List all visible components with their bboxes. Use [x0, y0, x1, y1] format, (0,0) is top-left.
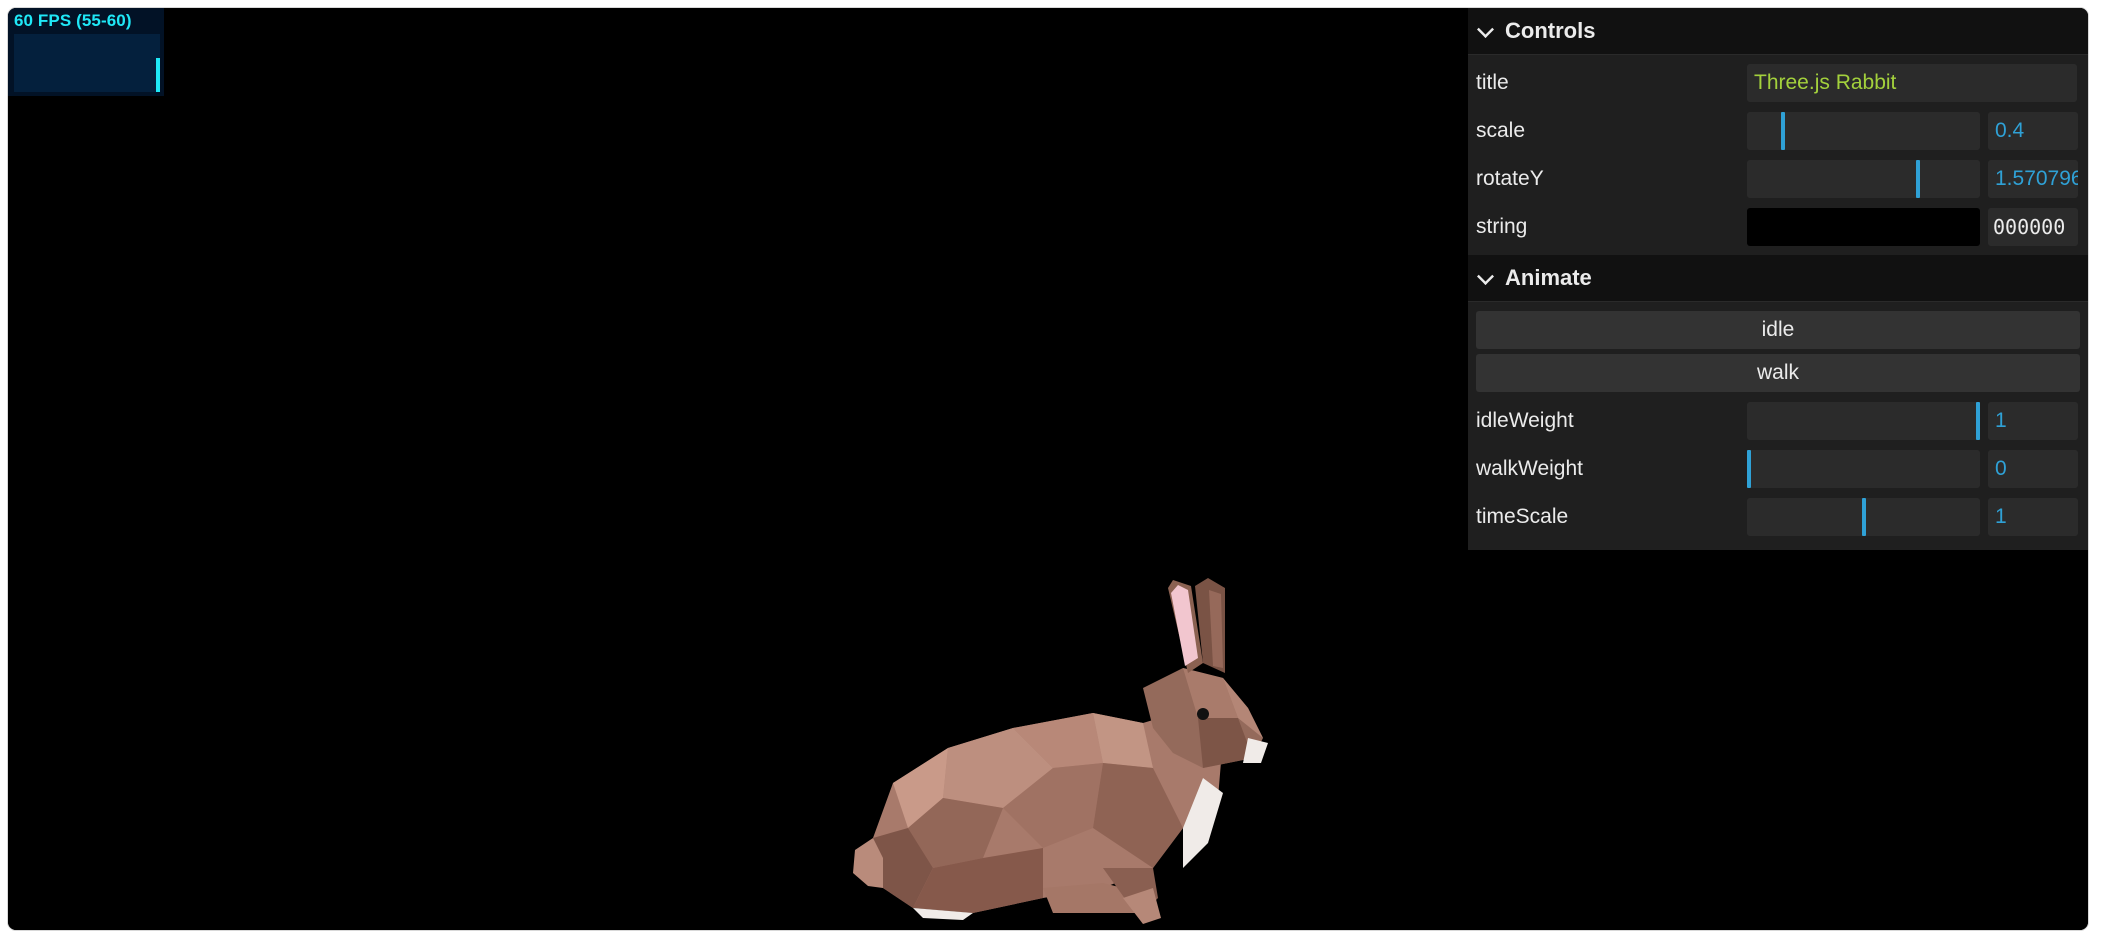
control-row-walkweight: walkWeight 0: [1476, 445, 2080, 493]
scale-number-input[interactable]: 0.4: [1988, 112, 2078, 150]
chevron-down-icon: [1477, 267, 1494, 285]
folder-animate-title: Animate: [1505, 265, 1592, 290]
control-label-title: title: [1476, 71, 1509, 94]
control-label-rotatey: rotateY: [1476, 167, 1544, 190]
folder-animate-body: idle walk idleWeight 1 walkWeight 0 time…: [1468, 302, 2088, 545]
fps-graph-bar: [156, 58, 160, 92]
slider-handle[interactable]: [1781, 112, 1786, 150]
chevron-down-icon: [1477, 20, 1494, 38]
app-window: 60 FPS (55-60) Controls title Three.js R…: [8, 8, 2088, 930]
control-label-timescale: timeScale: [1476, 505, 1569, 528]
idleweight-slider[interactable]: [1747, 402, 1980, 440]
folder-controls-title: Controls: [1505, 18, 1596, 43]
idle-button[interactable]: idle: [1476, 311, 2080, 349]
idleweight-number-input[interactable]: 1: [1988, 402, 2078, 440]
folder-controls-body: title Three.js Rabbit scale 0.4 rotateY …: [1468, 55, 2088, 255]
folder-animate-header[interactable]: Animate: [1468, 255, 2088, 302]
rotatey-slider[interactable]: [1747, 160, 1980, 198]
string-color-input[interactable]: 000000: [1988, 208, 2078, 246]
controls-gui-panel: Controls title Three.js Rabbit scale 0.4…: [1468, 8, 2088, 550]
slider-handle[interactable]: [1916, 160, 1921, 198]
control-row-idleweight: idleWeight 1: [1476, 397, 2080, 445]
threejs-canvas[interactable]: 60 FPS (55-60) Controls title Three.js R…: [8, 8, 2088, 930]
control-label-idleweight: idleWeight: [1476, 409, 1574, 432]
control-row-scale: scale 0.4: [1476, 107, 2080, 155]
slider-handle[interactable]: [1747, 450, 1751, 488]
scale-slider[interactable]: [1747, 112, 1980, 150]
string-color-swatch[interactable]: [1747, 208, 1980, 246]
fps-label: 60 FPS (55-60): [14, 11, 132, 30]
control-row-string: string 000000: [1476, 203, 2080, 251]
control-row-timescale: timeScale 1: [1476, 493, 2080, 541]
control-label-walkweight: walkWeight: [1476, 457, 1583, 480]
control-row-title: title Three.js Rabbit: [1476, 59, 2080, 107]
control-label-string: string: [1476, 215, 1528, 238]
title-text-input[interactable]: Three.js Rabbit: [1747, 64, 2077, 102]
timescale-number-input[interactable]: 1: [1988, 498, 2078, 536]
walk-button[interactable]: walk: [1476, 354, 2080, 392]
walkweight-slider[interactable]: [1747, 450, 1980, 488]
rotatey-number-input[interactable]: 1.570796: [1988, 160, 2078, 198]
slider-handle[interactable]: [1861, 498, 1866, 536]
fps-stats-panel[interactable]: 60 FPS (55-60): [8, 8, 164, 96]
folder-controls-header[interactable]: Controls: [1468, 8, 2088, 55]
control-row-rotatey: rotateY 1.570796: [1476, 155, 2080, 203]
timescale-slider[interactable]: [1747, 498, 1980, 536]
walkweight-number-input[interactable]: 0: [1988, 450, 2078, 488]
control-label-scale: scale: [1476, 119, 1526, 142]
rabbit-model: [853, 578, 1268, 924]
slider-handle[interactable]: [1976, 402, 1980, 440]
fps-graph: [14, 34, 160, 92]
